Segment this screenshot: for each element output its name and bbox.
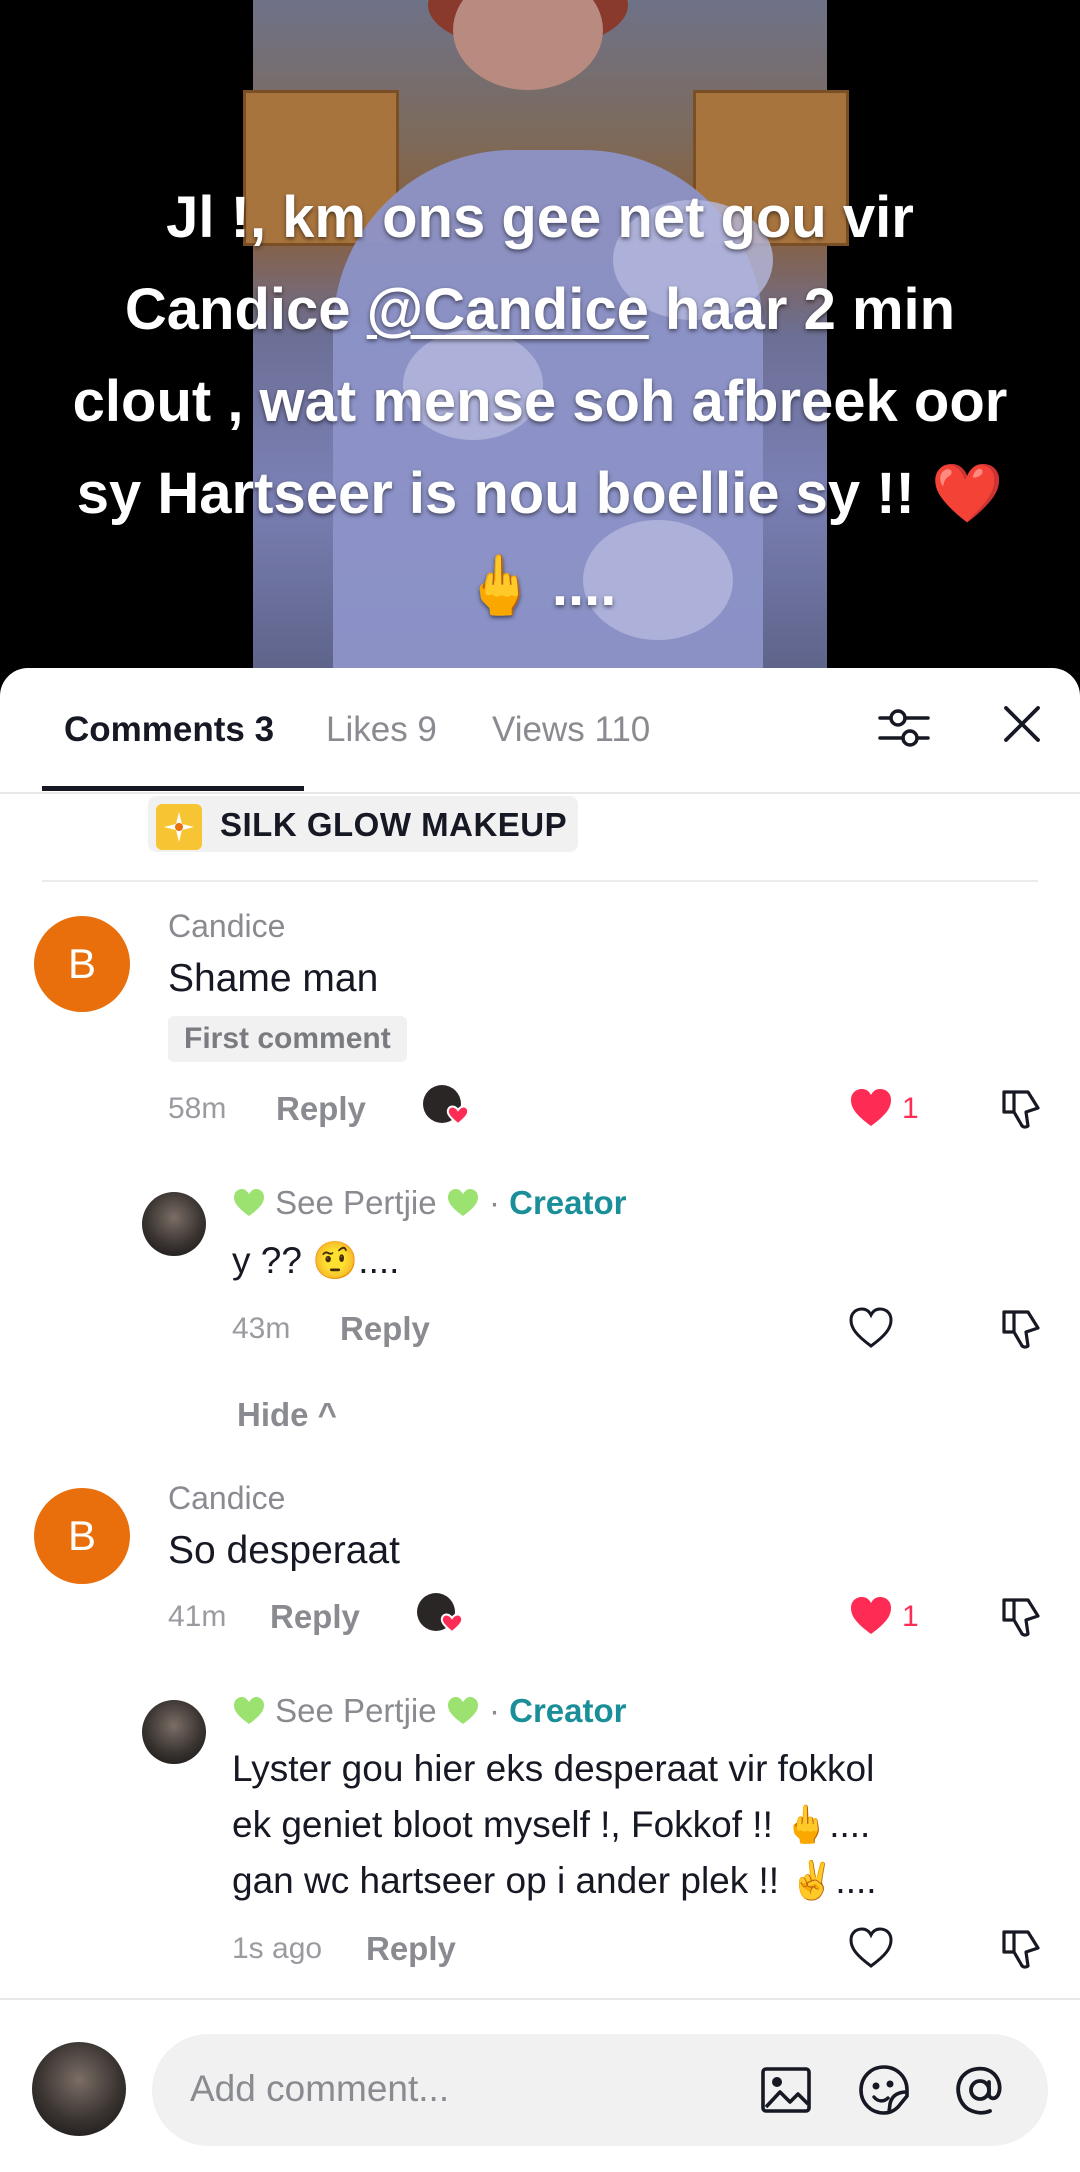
tab-likes[interactable]: Likes 9: [326, 710, 437, 750]
ad-chip[interactable]: SILK GLOW MAKEUP: [148, 796, 578, 852]
person-head: [453, 0, 603, 90]
tab-underline: [42, 786, 304, 791]
comment-username[interactable]: Candice: [168, 1480, 285, 1517]
avatar: [32, 2042, 126, 2136]
reply-time: 43m: [232, 1312, 291, 1345]
caption-mention[interactable]: @Candice: [367, 277, 649, 342]
tab-views[interactable]: Views 110: [492, 710, 650, 750]
avatar[interactable]: [142, 1700, 206, 1764]
comment-username[interactable]: Candice: [168, 908, 285, 945]
video-caption: Jl !, km ons gee net gou vir Candice @Ca…: [60, 172, 1020, 632]
reply-button[interactable]: Reply: [340, 1310, 430, 1348]
reply-text: gan wc hartseer op i ander plek !! ✌️...…: [232, 1860, 877, 1901]
hide-replies-button[interactable]: Hide ^: [237, 1396, 337, 1434]
avatar[interactable]: [142, 1192, 206, 1256]
image-icon[interactable]: [758, 2062, 814, 2118]
reply-text: y ?? 🤨....: [232, 1240, 400, 1281]
heart-icon[interactable]: [848, 1594, 894, 1638]
ad-label: SILK GLOW MAKEUP: [220, 806, 568, 843]
avatar[interactable]: B: [34, 1488, 130, 1584]
green-heart-icon: [234, 1697, 264, 1724]
mention-icon[interactable]: [952, 2062, 1008, 2118]
comment-input-bar: [0, 1998, 1080, 2172]
first-comment-badge: First comment: [168, 1016, 407, 1062]
reply-username[interactable]: See Pertjie · Creator: [232, 1184, 627, 1222]
close-icon[interactable]: [1000, 702, 1044, 746]
reply-text: Lyster gou hier eks desperaat vir fokkol: [232, 1748, 875, 1789]
reply-text: ek geniet bloot myself !, Fokkof !! 🖕...…: [232, 1804, 871, 1845]
comments-sheet: Comments 3 Likes 9 Views 110 SILK GLOW M…: [0, 668, 1080, 2172]
heart-icon[interactable]: [848, 1086, 894, 1130]
creator-liked-icon: [417, 1593, 464, 1634]
reply-username[interactable]: See Pertjie · Creator: [232, 1692, 627, 1730]
comment-box[interactable]: [152, 2034, 1048, 2146]
dislike-icon[interactable]: [998, 1926, 1044, 1972]
reply-button[interactable]: Reply: [366, 1930, 456, 1968]
creator-label: Creator: [509, 1692, 627, 1729]
sticker-icon[interactable]: [856, 2062, 912, 2118]
avatar[interactable]: B: [34, 916, 130, 1012]
filter-icon[interactable]: [876, 700, 932, 756]
comment-text: Shame man: [168, 957, 379, 1000]
creator-liked-icon: [423, 1085, 470, 1126]
reply-button[interactable]: Reply: [270, 1598, 360, 1636]
comment-time: 41m: [168, 1600, 227, 1633]
divider: [42, 880, 1038, 882]
like-count: 1: [902, 1600, 919, 1633]
reply-button[interactable]: Reply: [276, 1090, 366, 1128]
comment-input[interactable]: [188, 2058, 712, 2120]
heart-icon[interactable]: [848, 1306, 894, 1350]
dislike-icon[interactable]: [998, 1086, 1044, 1132]
green-heart-icon: [447, 1189, 478, 1216]
comment-time: 58m: [168, 1092, 227, 1125]
like-count: 1: [902, 1092, 919, 1125]
green-heart-icon: [234, 1189, 264, 1216]
heart-icon[interactable]: [848, 1926, 894, 1970]
sparkle-icon: [156, 804, 202, 850]
dislike-icon[interactable]: [998, 1306, 1044, 1352]
reply-time: 1s ago: [232, 1932, 323, 1965]
dislike-icon[interactable]: [998, 1594, 1044, 1640]
tab-comments[interactable]: Comments 3: [64, 710, 274, 750]
creator-label: Creator: [509, 1184, 627, 1221]
tab-bar: Comments 3 Likes 9 Views 110: [0, 668, 1080, 794]
green-heart-icon: [447, 1697, 478, 1724]
video-player[interactable]: Jl !, km ons gee net gou vir Candice @Ca…: [0, 0, 1080, 700]
comment-text: So desperaat: [168, 1529, 401, 1572]
